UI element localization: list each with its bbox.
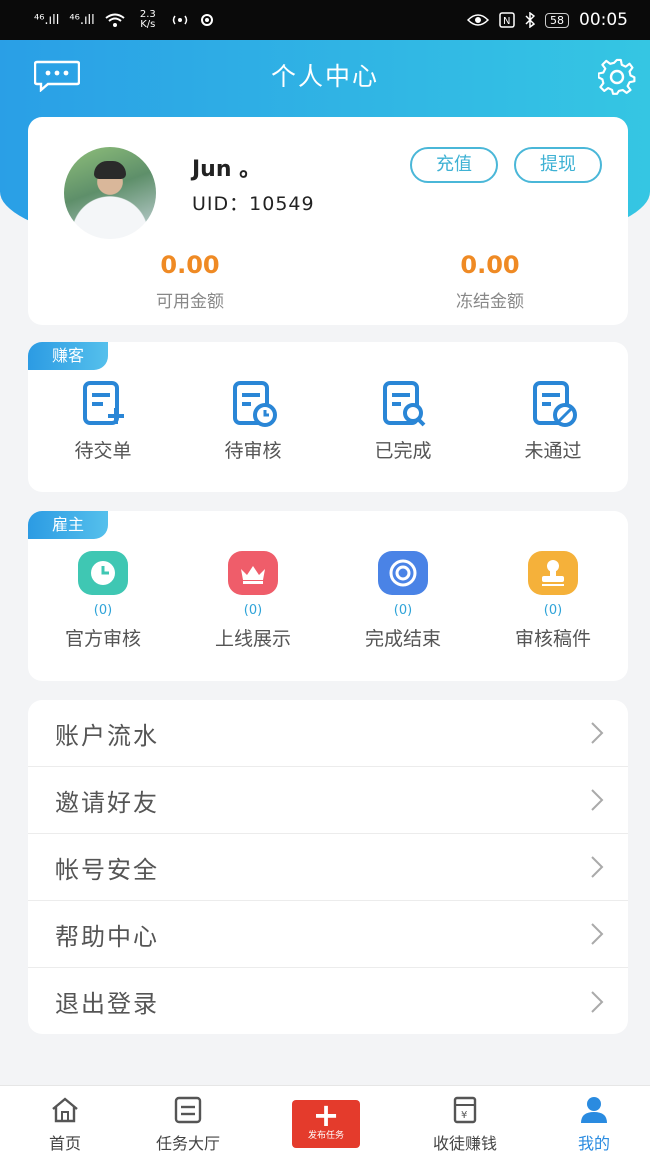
- recharge-button[interactable]: 充值: [410, 147, 498, 183]
- tab-bar: 首页 任务大厅 + 发布任务 ¥ 收徒赚钱 我的: [0, 1085, 650, 1165]
- crown-icon: [228, 551, 278, 595]
- clock: 00:05: [579, 10, 628, 30]
- stamp-icon: [528, 551, 578, 595]
- page-title: 个人中心: [270, 62, 379, 91]
- guzhu-grid: (0) 官方审核 (0) 上线展示 (0) 完成结束 (0) 审核稿件: [28, 511, 628, 681]
- wifi-icon: [105, 13, 125, 27]
- chevron-right-icon: [591, 789, 604, 811]
- menu-item-help-center[interactable]: 帮助中心: [28, 901, 628, 968]
- user-icon: [581, 1097, 607, 1123]
- tab-mine[interactable]: 我的: [529, 1096, 650, 1154]
- target-icon: [378, 551, 428, 595]
- status-left: ⁴⁶.ıll ⁴⁶.ıll 2.3 K/s: [34, 10, 215, 30]
- guzhu-item-label: 审核稿件: [514, 628, 591, 650]
- signal-2: ⁴⁶.ıll: [69, 12, 95, 28]
- chevron-right-icon: [591, 923, 604, 945]
- hotspot-icon: [172, 15, 188, 25]
- status-right: N 58 00:05: [467, 10, 628, 30]
- chevron-right-icon: [591, 856, 604, 878]
- chevron-right-icon: [591, 990, 604, 1013]
- clock-icon: [78, 551, 128, 595]
- guzhu-item-count: (0): [393, 603, 413, 618]
- uid-label: UID：: [192, 193, 250, 215]
- available-label: 可用金额: [156, 292, 224, 312]
- guzhu-card: 雇主 (0) 官方审核 (0) 上线展示 (0) 完成结束 (0) 审核稿件: [28, 511, 628, 681]
- eye-icon: [467, 14, 489, 26]
- profile-card: Jun 。 UID：10549 充值 提现 0.00 可用金额 0.00 冻结金…: [28, 117, 628, 325]
- zhuanke-item-rejected[interactable]: 未通过: [478, 378, 628, 463]
- publish-label: 发布任务: [307, 1131, 344, 1141]
- menu-item-label: 帐号安全: [55, 855, 159, 884]
- header: 个人中心: [0, 44, 650, 106]
- home-icon: [52, 1097, 78, 1123]
- menu-item-label: 退出登录: [55, 990, 159, 1018]
- tab-home[interactable]: 首页: [0, 1096, 130, 1154]
- tab-earn[interactable]: ¥ 收徒赚钱: [400, 1096, 530, 1154]
- zhuanke-item-label: 未通过: [524, 440, 582, 462]
- zhuanke-grid: 待交单 待审核 已完成 未通过: [28, 342, 628, 492]
- bluetooth-icon: [525, 12, 535, 28]
- guzhu-item-label: 官方审核: [64, 628, 141, 650]
- tab-tasks[interactable]: 任务大厅: [123, 1096, 253, 1154]
- menu-item-label: 邀请好友: [55, 788, 159, 817]
- tab-label: 我的: [577, 1134, 610, 1153]
- frozen-balance[interactable]: 0.00 冻结金额: [390, 251, 590, 312]
- publish-task-button[interactable]: + 发布任务: [292, 1096, 360, 1148]
- avatar[interactable]: [64, 147, 156, 239]
- guzhu-item-label: 完成结束: [364, 628, 441, 650]
- svg-text:N: N: [503, 16, 510, 27]
- guzhu-item-official-review[interactable]: (0) 官方审核: [28, 551, 178, 651]
- gear-icon[interactable]: [598, 58, 636, 96]
- chevron-right-icon: [591, 722, 604, 744]
- available-balance[interactable]: 0.00 可用金额: [90, 251, 290, 312]
- doc-search-icon: [383, 381, 426, 427]
- menu-item-logout[interactable]: 退出登录: [28, 968, 628, 1034]
- available-amount: 0.00: [160, 251, 220, 279]
- zhuanke-item-label: 待交单: [74, 440, 132, 462]
- guzhu-item-review-drafts[interactable]: (0) 审核稿件: [478, 551, 628, 651]
- guzhu-item-count: (0): [243, 603, 263, 618]
- guzhu-item-count: (0): [543, 603, 563, 618]
- chat-bubble-icon[interactable]: [34, 60, 80, 92]
- menu-list: 账户流水 邀请好友 帐号安全 帮助中心 退出登录: [28, 700, 628, 1034]
- doc-clock-icon: [233, 381, 277, 427]
- guzhu-item-online-display[interactable]: (0) 上线展示: [178, 551, 328, 651]
- frozen-label: 冻结金额: [456, 292, 524, 312]
- avatar-hair: [94, 161, 126, 179]
- uid-row: UID：10549: [192, 189, 315, 216]
- menu-item-invite-friends[interactable]: 邀请好友: [28, 767, 628, 834]
- menu-item-account-flow[interactable]: 账户流水: [28, 700, 628, 767]
- zhuanke-item-label: 已完成: [374, 440, 432, 462]
- menu-item-label: 账户流水: [55, 721, 159, 750]
- wallet-icon: ¥: [453, 1096, 477, 1124]
- withdraw-button[interactable]: 提现: [514, 147, 602, 183]
- menu-item-label: 帮助中心: [55, 922, 159, 951]
- zhuanke-item-label: 待审核: [224, 440, 282, 462]
- tab-label: 首页: [48, 1134, 81, 1153]
- battery-level: 58: [545, 12, 569, 28]
- status-bar: ⁴⁶.ıll ⁴⁶.ıll 2.3 K/s N 58 00:05: [0, 0, 650, 40]
- svg-text:¥: ¥: [461, 1110, 467, 1121]
- zhuanke-item-completed[interactable]: 已完成: [328, 378, 478, 463]
- tab-label: 收徒赚钱: [432, 1134, 497, 1153]
- nfc-icon: N: [499, 12, 515, 28]
- signal-1: ⁴⁶.ıll: [34, 12, 60, 28]
- guzhu-item-completed[interactable]: (0) 完成结束: [328, 551, 478, 651]
- menu-item-account-security[interactable]: 帐号安全: [28, 834, 628, 901]
- frozen-amount: 0.00: [460, 251, 520, 279]
- doc-forbidden-icon: [533, 381, 577, 427]
- tab-label: 任务大厅: [155, 1134, 220, 1153]
- zhuanke-item-pending-submit[interactable]: 待交单: [28, 378, 178, 463]
- usb-icon: [200, 14, 213, 26]
- zhuanke-item-pending-review[interactable]: 待审核: [178, 378, 328, 463]
- task-list-icon: [174, 1096, 202, 1124]
- guzhu-item-label: 上线展示: [214, 628, 291, 650]
- doc-plus-icon: [83, 381, 124, 425]
- plus-icon: +: [312, 1096, 340, 1134]
- zhuanke-card: 赚客 待交单 待审核 已完成 未通过: [28, 342, 628, 492]
- guzhu-item-count: (0): [93, 603, 113, 618]
- uid-value: 10549: [249, 193, 315, 215]
- user-name: Jun 。: [192, 157, 262, 182]
- net-speed: 2.3 K/s: [139, 9, 156, 30]
